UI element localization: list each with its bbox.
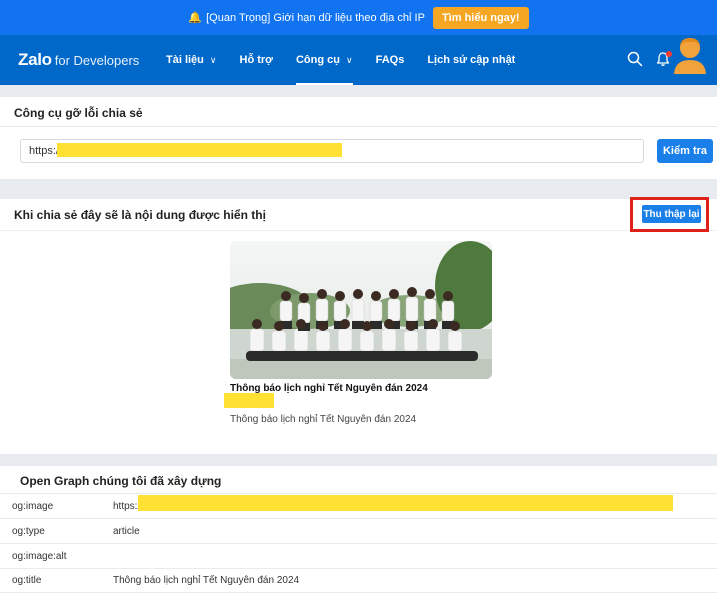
logo-sub: for Developers <box>54 53 140 68</box>
recollect-button[interactable]: Thu thập lại <box>642 205 701 223</box>
search-icon[interactable] <box>627 51 643 67</box>
og-title: Open Graph chúng tôi đã xây dựng <box>20 474 222 488</box>
preview-title: Khi chia sẻ đây sẽ là nội dung được hiển… <box>14 208 266 222</box>
og-key: og:type <box>12 525 45 537</box>
check-button[interactable]: Kiểm tra <box>657 139 713 163</box>
nav-item-label: Hỗ trợ <box>239 54 273 66</box>
nav-item-label: FAQs <box>375 54 405 66</box>
share-preview-description: Thông báo lịch nghỉ Tết Nguyên đán 2024 <box>230 414 417 425</box>
open-graph-card: Open Graph chúng tôi đã xây dựng og:imag… <box>0 466 717 605</box>
nav-item-label: Tài liệu <box>166 54 204 66</box>
chevron-down-icon: ∨ <box>345 54 353 65</box>
nav-item-faqs[interactable]: FAQs <box>376 35 405 85</box>
nav-item-changelog[interactable]: Lịch sử cập nhật <box>427 35 515 85</box>
og-key: og:image <box>12 500 54 512</box>
divider <box>0 230 717 231</box>
divider <box>0 126 717 127</box>
og-row-title: og:title Thông báo lịch nghỉ Tết Nguyên … <box>0 568 717 593</box>
redaction-highlight <box>57 143 342 157</box>
og-row-type: og:type article <box>0 518 717 543</box>
redaction-highlight <box>138 495 673 511</box>
debugger-title: Công cụ gỡ lỗi chia sẻ <box>14 106 143 120</box>
og-value: Thông báo lịch nghỉ Tết Nguyên đán 2024 <box>113 575 300 586</box>
og-key: og:title <box>12 575 42 586</box>
nav-item-label: Lịch sử cập nhật <box>427 54 516 66</box>
preview-image <box>230 241 492 379</box>
avatar[interactable] <box>671 34 709 74</box>
nav-item-support[interactable]: Hỗ trợ <box>240 35 273 85</box>
bell-icon: 🔔 <box>188 12 203 24</box>
share-debugger-card: Công cụ gỡ lỗi chia sẻ <box>0 97 717 179</box>
og-value: article <box>113 525 140 537</box>
logo-main: Zalo <box>18 50 52 69</box>
announcement-banner: 🔔 [Quan Trọng] Giới hạn dữ liệu theo địa… <box>0 0 717 35</box>
chevron-down-icon: ∨ <box>209 54 217 65</box>
nav-item-label: Công cụ <box>295 54 340 66</box>
nav-item-docs[interactable]: Tài liệu ∨ <box>166 35 217 85</box>
main-menu: Tài liệu ∨ Hỗ trợ Công cụ ∨ FAQs Lịch sử… <box>166 35 538 85</box>
og-row-image-alt: og:image:alt <box>0 543 717 568</box>
redaction-highlight <box>224 393 274 408</box>
zalo-logo[interactable]: Zalo for Developers <box>18 50 139 70</box>
og-key: og:image:alt <box>12 550 67 562</box>
top-navigation: Zalo for Developers Tài liệu ∨ Hỗ trợ Côn… <box>0 35 717 85</box>
notification-bell-icon[interactable] <box>655 51 672 67</box>
banner-text: [Quan Trọng] Giới hạn dữ liệu theo địa c… <box>206 11 425 24</box>
nav-item-tools[interactable]: Công cụ ∨ <box>295 35 353 85</box>
learn-more-button[interactable]: Tìm hiểu ngay! <box>432 6 529 29</box>
